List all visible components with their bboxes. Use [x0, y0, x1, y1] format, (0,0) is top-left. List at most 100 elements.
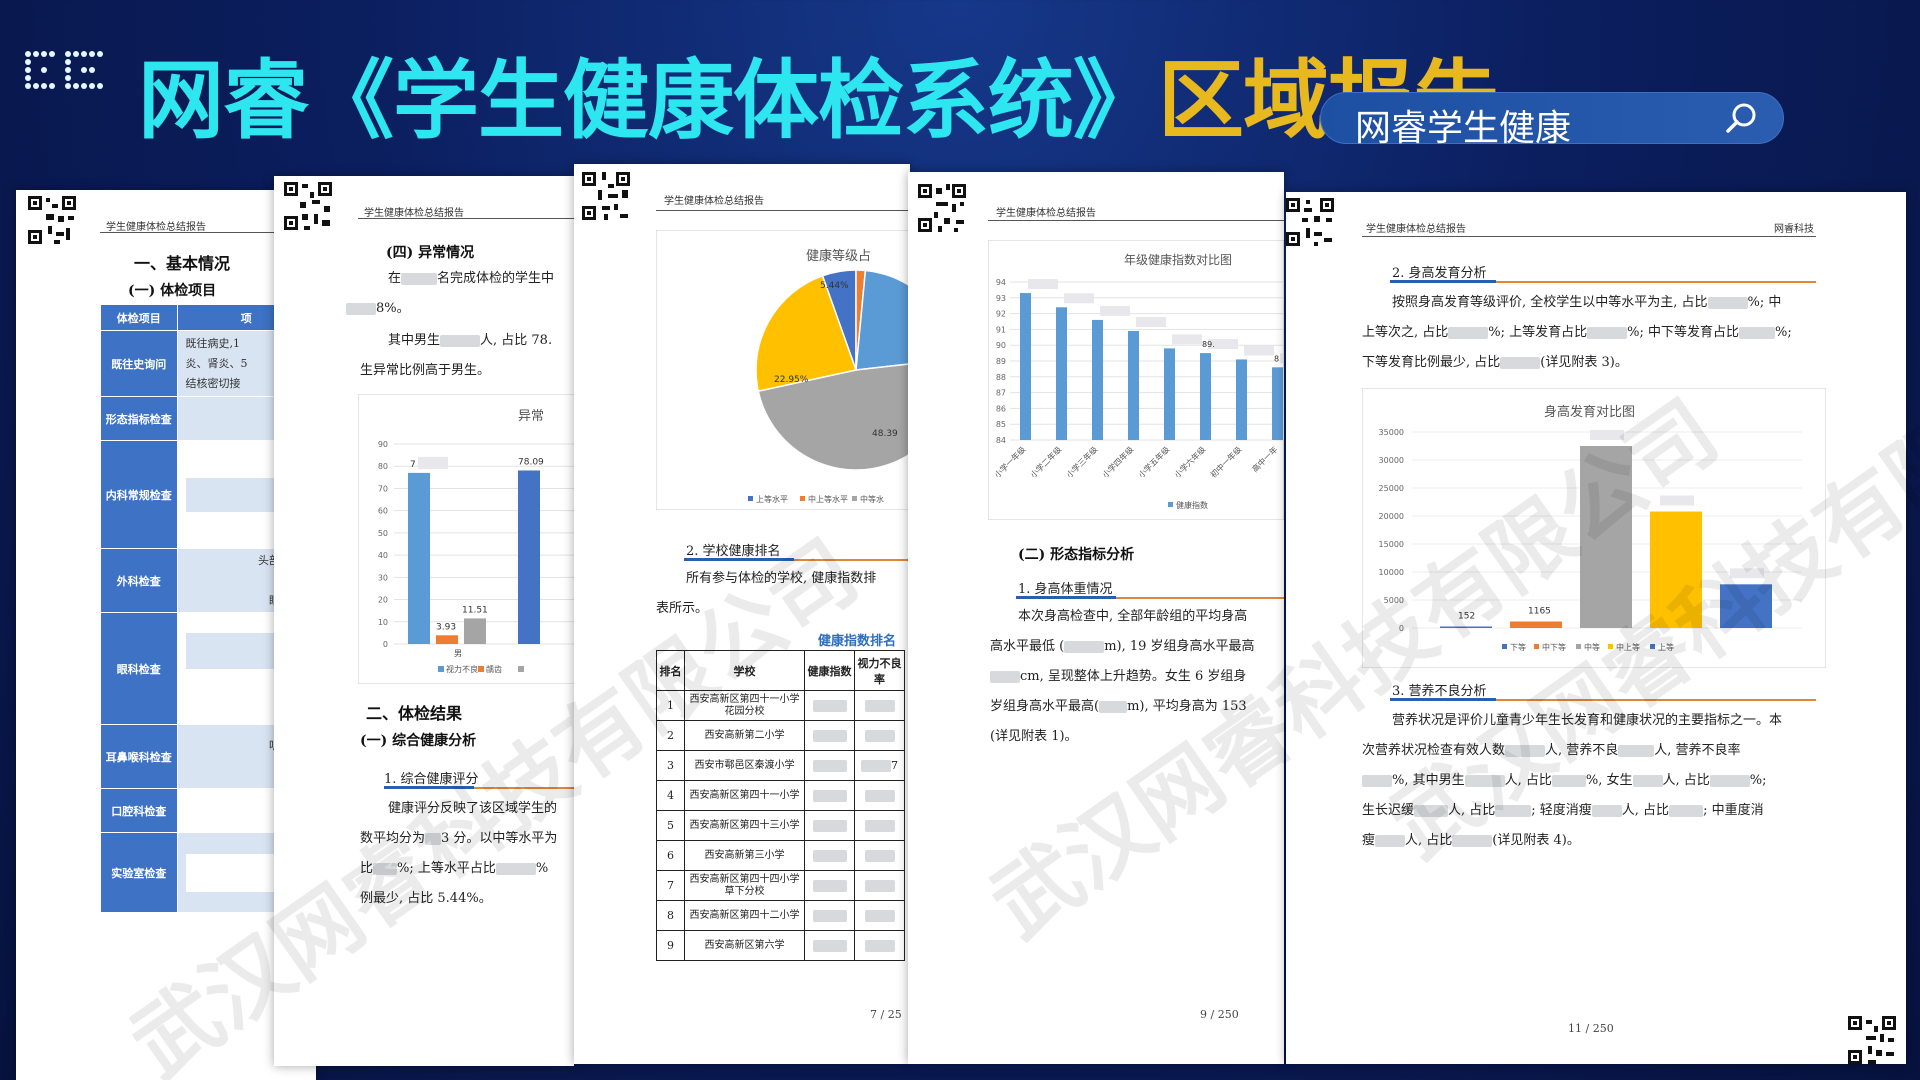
bar [1056, 307, 1067, 440]
bar [1164, 348, 1175, 440]
qr-code-icon [1286, 196, 1336, 248]
index-cell [804, 840, 855, 871]
vision-value: 7 [891, 759, 898, 772]
school-cell: 西安高新区第四十一小学 [684, 780, 805, 811]
y-tick-label: 20 [378, 596, 388, 605]
data-label: 7 [410, 460, 416, 470]
subsection-heading: (二) 形态指标分析 [1018, 547, 1135, 563]
legend-swatch [1168, 502, 1173, 507]
bar [1272, 367, 1283, 440]
y-tick-label: 92 [996, 310, 1006, 319]
y-tick-label: 60 [378, 507, 388, 516]
legend-label: 上等水平 [756, 494, 788, 504]
pie-slice [855, 269, 910, 371]
school-cell: 西安高新区第四十二小学 [684, 900, 805, 931]
y-tick-label: 87 [996, 389, 1006, 398]
school-cell: 西安高新区第六学 [684, 930, 805, 961]
table-header: 视力不良率 [854, 650, 905, 691]
redaction [1172, 334, 1202, 345]
y-tick-label: 90 [378, 440, 388, 449]
index-cell [804, 900, 855, 931]
table-header: 健康指数 [804, 650, 855, 691]
paragraph: 高水平最低 (m), 19 岁组身高水平最高 [990, 639, 1255, 654]
paragraph: 其中男生 人, 占比 78. [388, 333, 553, 348]
search-icon[interactable] [1725, 101, 1759, 135]
legend-swatch [1502, 644, 1507, 649]
bar [436, 635, 458, 644]
bar [518, 470, 540, 644]
school-cell: 西安高新第三小学 [684, 840, 805, 871]
y-tick-label: 84 [996, 436, 1006, 445]
table-row-label: 口腔科检查 [100, 788, 178, 833]
y-tick-label: 85 [996, 420, 1006, 429]
y-tick-label: 30000 [1379, 456, 1404, 465]
y-tick-label: 25000 [1379, 484, 1404, 493]
rank-cell: 8 [656, 900, 685, 931]
vision-cell [854, 840, 905, 871]
bar [1236, 359, 1247, 440]
table-row: 4 西安高新区第四十一小学 [656, 780, 905, 811]
search-text[interactable]: 网睿学生健康 [1355, 99, 1571, 151]
redaction [1028, 279, 1058, 290]
index-cell [804, 930, 855, 961]
legend-label: 下等 [1510, 642, 1526, 652]
chart-title: 年级健康指数对比图 [1124, 252, 1232, 267]
legend-label: 视力不良 [446, 664, 478, 674]
y-tick-label: 94 [996, 278, 1006, 287]
y-tick-label: 30 [378, 573, 388, 582]
data-label: 3.93 [436, 622, 456, 632]
search-bar[interactable]: 网睿学生健康 [1320, 92, 1784, 149]
y-tick-label: 10 [378, 618, 388, 627]
data-label: 89. [1202, 340, 1215, 349]
index-cell [804, 750, 855, 781]
y-tick-label: 93 [996, 294, 1006, 303]
paragraph: (详见附表 1)。 [990, 729, 1078, 744]
section-heading: 二、体检结果 [366, 704, 463, 723]
page-number: 9 / 250 [1200, 1008, 1239, 1021]
legend-label: 中上等水平 [808, 494, 848, 504]
bar [1092, 319, 1103, 440]
x-tick-label: 男 [454, 649, 462, 658]
header: 网睿《学生健康体检系统》区域报告 网睿学生健康 [0, 0, 1920, 160]
rank-cell: 5 [656, 810, 685, 841]
legend-swatch [852, 496, 857, 501]
legend-swatch [1534, 644, 1539, 649]
data-label: 22.95% [774, 375, 809, 385]
legend-label: 健康指数 [1176, 500, 1208, 510]
report-page-4: 学生健康体检总结报告 年级健康指数对比图 84 85 86 87 88 89 90 91 92 93… [908, 172, 1284, 1064]
page-title: 网睿《学生健康体检系统》区域报告 [138, 58, 1499, 144]
table-row: 3 西安市鄠邑区秦渡小学 7 [656, 750, 905, 781]
redaction [1064, 293, 1094, 304]
table-row: 8 西安高新区第四十二小学 [656, 900, 905, 931]
page-header-text: 学生健康体检总结报告 [664, 196, 764, 207]
vision-cell [854, 780, 905, 811]
redaction [1280, 353, 1284, 364]
rank-cell: 9 [656, 930, 685, 961]
legend-swatch [518, 666, 524, 672]
brand-text: 网睿科技 [1774, 224, 1814, 235]
rank-cell: 4 [656, 780, 685, 811]
bar [408, 472, 430, 644]
paragraph: 按照身高发育等级评价, 全校学生以中等水平为主, 占比%; 中 [1392, 295, 1782, 310]
bar [1020, 293, 1031, 440]
section-heading: (四) 异常情况 [386, 245, 475, 261]
qr-code-icon [580, 170, 632, 222]
qr-code-icon [916, 182, 968, 234]
qr-code-icon [26, 194, 78, 246]
page-header-text: 学生健康体检总结报告 [106, 222, 206, 233]
school-cell: 西安高新区第四十三小学 [684, 810, 805, 841]
paragraph: 本次身高检查中, 全部年龄组的平均身高 [1018, 609, 1248, 624]
index-cell [804, 810, 855, 841]
paragraph: 在名完成体检的学生中 [388, 271, 555, 286]
y-tick-label: 86 [996, 404, 1006, 413]
vision-cell [854, 870, 905, 901]
y-tick-label: 80 [378, 462, 388, 471]
redaction [418, 456, 448, 469]
abnormal-bar-chart: 异常 0 10 20 30 40 50 60 70 80 90 7 3.93 11.51 78.09 男视力不… [358, 394, 574, 684]
chart-title: 健康等级占 [806, 248, 871, 264]
y-tick-label: 91 [996, 325, 1006, 334]
table-row-label: 耳鼻喉科检查 [100, 724, 178, 789]
paragraph: 8%。 [346, 294, 410, 324]
title-main: 网睿《学生健康体检系统》 [138, 51, 1159, 151]
sub-heading: 2. 身高发育分析 [1392, 266, 1487, 281]
